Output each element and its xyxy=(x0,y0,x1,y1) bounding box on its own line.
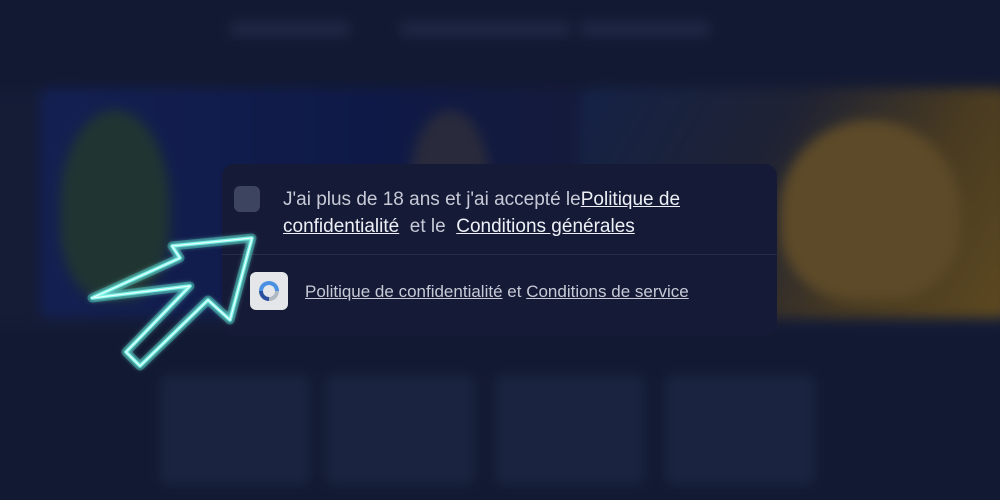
consent-text: J'ai plus de 18 ans et j'ai accepté lePo… xyxy=(283,186,763,240)
arrow-pointer-icon xyxy=(87,233,257,371)
captcha-text: Politique de confidentialité et Conditio… xyxy=(305,282,689,302)
captcha-row: Politique de confidentialité et Conditio… xyxy=(222,254,777,336)
captcha-privacy-link[interactable]: Politique de confidentialité xyxy=(305,282,503,301)
consent-text-prefix: J'ai plus de 18 ans et j'ai accepté le xyxy=(283,189,581,210)
consent-connector: et le xyxy=(409,216,446,237)
captcha-connector: et xyxy=(507,282,522,301)
terms-link[interactable]: Conditions générales xyxy=(456,216,635,237)
age-consent-checkbox[interactable] xyxy=(234,186,260,212)
consent-card: J'ai plus de 18 ans et j'ai accepté le Po… xyxy=(222,164,777,336)
consent-row: J'ai plus de 18 ans et j'ai accepté lePo… xyxy=(222,164,777,255)
captcha-terms-link[interactable]: Conditions de service xyxy=(526,282,689,301)
